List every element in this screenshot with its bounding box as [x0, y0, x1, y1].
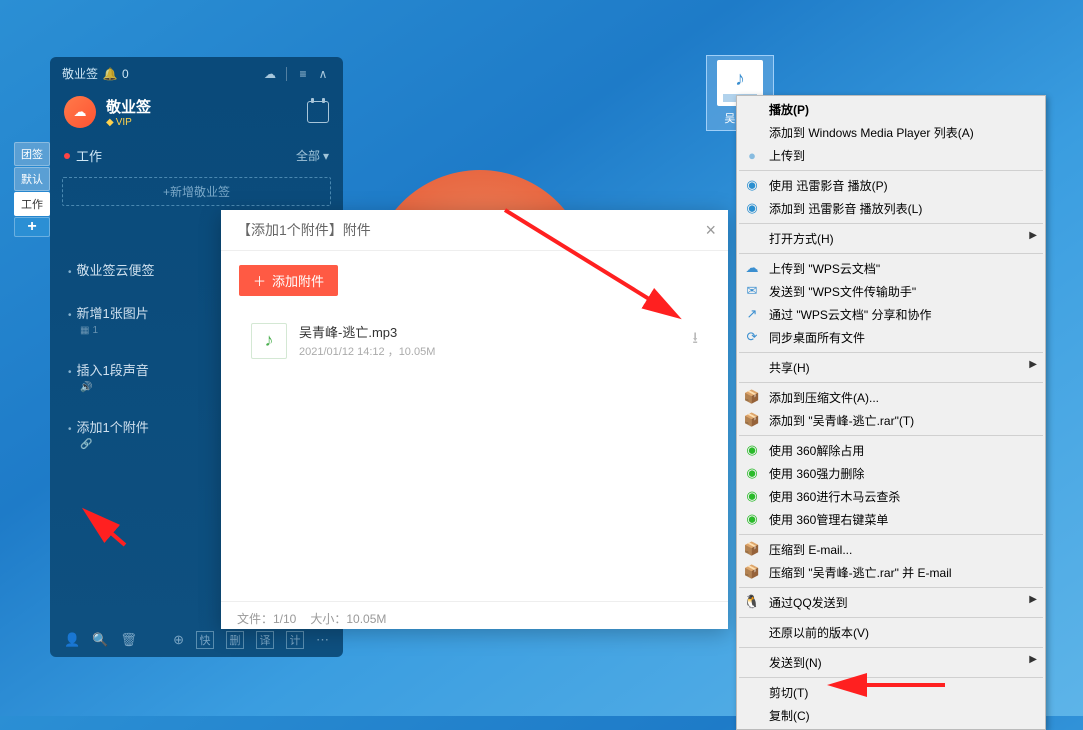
trash-icon[interactable]: 🗑	[120, 632, 137, 648]
winrar-icon: 📦	[743, 540, 761, 558]
tab-work[interactable]: 工作	[14, 192, 50, 216]
menu-wps-send[interactable]: ✉ 发送到 "WPS文件传输助手"	[737, 280, 1045, 303]
app-title: 敬业签	[62, 65, 98, 82]
menu-xunlei-list[interactable]: ◉ 添加到 迅雷影音 播放列表(L)	[737, 197, 1045, 220]
xunlei-icon: ◉	[743, 176, 761, 194]
submenu-arrow-icon: ▶	[1029, 654, 1037, 665]
menu-360-delete[interactable]: ◉ 使用 360强力删除	[737, 462, 1045, 485]
add-note-button[interactable]: +新增敬业签	[62, 177, 331, 206]
quick-button[interactable]: 快	[196, 631, 214, 649]
360-icon: ◉	[743, 510, 761, 528]
submenu-arrow-icon: ▶	[1029, 230, 1037, 241]
file-meta: 2021/01/12 14:12 ，10.05M	[299, 343, 680, 359]
menu-rar-addto[interactable]: 📦 添加到 "吴青峰-逃亡.rar"(T)	[737, 409, 1045, 432]
sync-icon: ⟳	[743, 328, 761, 346]
file-count: 文件：1/10	[237, 610, 296, 627]
menu-cut[interactable]: 剪切(T)	[737, 681, 1045, 704]
360-icon: ◉	[743, 487, 761, 505]
bell-count: 0	[122, 67, 129, 81]
menu-open-with[interactable]: 打开方式(H)▶	[737, 227, 1045, 250]
menu-upload-to[interactable]: ● 上传到	[737, 144, 1045, 167]
submenu-arrow-icon: ▶	[1029, 594, 1037, 605]
menu-add-wmp[interactable]: 添加到 Windows Media Player 列表(A)	[737, 121, 1045, 144]
cloud-icon: ☁	[743, 259, 761, 277]
add-attachment-button[interactable]: ＋ 添加附件	[239, 265, 338, 296]
submenu-arrow-icon: ▶	[1029, 359, 1037, 370]
attachment-panel: 【添加1个附件】附件 × ＋ 添加附件 ♪ 吴青峰-逃亡.mp3 2021/01…	[221, 210, 728, 629]
menu-wps-upload[interactable]: ☁ 上传到 "WPS云文档"	[737, 257, 1045, 280]
chevron-down-icon[interactable]: ∧	[315, 66, 331, 82]
app-titlebar: 敬业签 🔔 0 ☁ ≡ ∧	[50, 57, 343, 90]
menu-360-menu[interactable]: ◉ 使用 360管理右键菜单	[737, 508, 1045, 531]
brand-row: ☁ 敬业签 ◆VIP	[50, 90, 343, 140]
music-file-icon: ♪	[251, 323, 287, 359]
vip-badge: ◆VIP	[106, 117, 151, 128]
download-icon[interactable]: ⭳	[692, 327, 698, 354]
menu-zip-email[interactable]: 📦 压缩到 E-mail...	[737, 538, 1045, 561]
qq-icon: 🐧	[743, 593, 761, 611]
user-icon[interactable]: 👤	[64, 632, 80, 648]
xunlei-icon: ◉	[743, 199, 761, 217]
menu-wps-share[interactable]: ↗ 通过 "WPS云文档" 分享和协作	[737, 303, 1045, 326]
tab-team[interactable]: 团签	[14, 142, 50, 166]
file-size: 大小：10.05M	[310, 610, 386, 627]
menu-play[interactable]: 播放(P)	[737, 98, 1045, 121]
category-row: 工作 全部 ▾	[50, 140, 343, 173]
winrar-icon: 📦	[743, 388, 761, 406]
category-dot	[64, 153, 70, 159]
cloud-icon[interactable]: ☁	[262, 66, 278, 82]
360-icon: ◉	[743, 464, 761, 482]
tab-add[interactable]: +	[14, 217, 50, 237]
category-label: 工作	[76, 146, 102, 165]
menu-360-unlock[interactable]: ◉ 使用 360解除占用	[737, 439, 1045, 462]
brand-logo: ☁	[64, 96, 96, 128]
calendar-icon[interactable]	[307, 101, 329, 123]
menu-restore[interactable]: 还原以前的版本(V)	[737, 621, 1045, 644]
menu-send-to[interactable]: 发送到(N)▶	[737, 651, 1045, 674]
tab-default[interactable]: 默认	[14, 167, 50, 191]
menu-rar-add[interactable]: 📦 添加到压缩文件(A)...	[737, 386, 1045, 409]
menu-share[interactable]: 共享(H)▶	[737, 356, 1045, 379]
menu-360-scan[interactable]: ◉ 使用 360进行木马云查杀	[737, 485, 1045, 508]
360-icon: ◉	[743, 441, 761, 459]
left-tabs: 团签 默认 工作 +	[14, 142, 50, 237]
send-icon: ✉	[743, 282, 761, 300]
category-all-button[interactable]: 全部 ▾	[296, 147, 329, 164]
plus-icon: ＋	[253, 271, 266, 290]
file-name: 吴青峰-逃亡.mp3	[299, 322, 680, 341]
close-icon[interactable]: ×	[705, 220, 716, 241]
winrar-icon: 📦	[743, 411, 761, 429]
menu-xunlei-play[interactable]: ◉ 使用 迅雷影音 播放(P)	[737, 174, 1045, 197]
add-icon[interactable]: ⊕	[173, 632, 184, 648]
menu-zip-to-email[interactable]: 📦 压缩到 "吴青峰-逃亡.rar" 并 E-mail	[737, 561, 1045, 584]
menu-qq-send[interactable]: 🐧 通过QQ发送到▶	[737, 591, 1045, 614]
winrar-icon: 📦	[743, 563, 761, 581]
attachment-file-row[interactable]: ♪ 吴青峰-逃亡.mp3 2021/01/12 14:12 ，10.05M ⭳	[239, 312, 710, 369]
attachment-footer: 文件：1/10 大小：10.05M	[221, 601, 728, 635]
attachment-header: 【添加1个附件】附件 ×	[221, 210, 728, 251]
context-menu: 播放(P) 添加到 Windows Media Player 列表(A) ● 上…	[736, 95, 1046, 730]
brand-title: 敬业签	[106, 96, 151, 117]
menu-icon[interactable]: ≡	[295, 66, 311, 82]
search-icon[interactable]: 🔍	[92, 632, 108, 648]
share-icon: ↗	[743, 305, 761, 323]
menu-wps-sync[interactable]: ⟳ 同步桌面所有文件	[737, 326, 1045, 349]
bell-icon[interactable]: 🔔	[102, 66, 118, 82]
globe-icon: ●	[743, 146, 761, 164]
